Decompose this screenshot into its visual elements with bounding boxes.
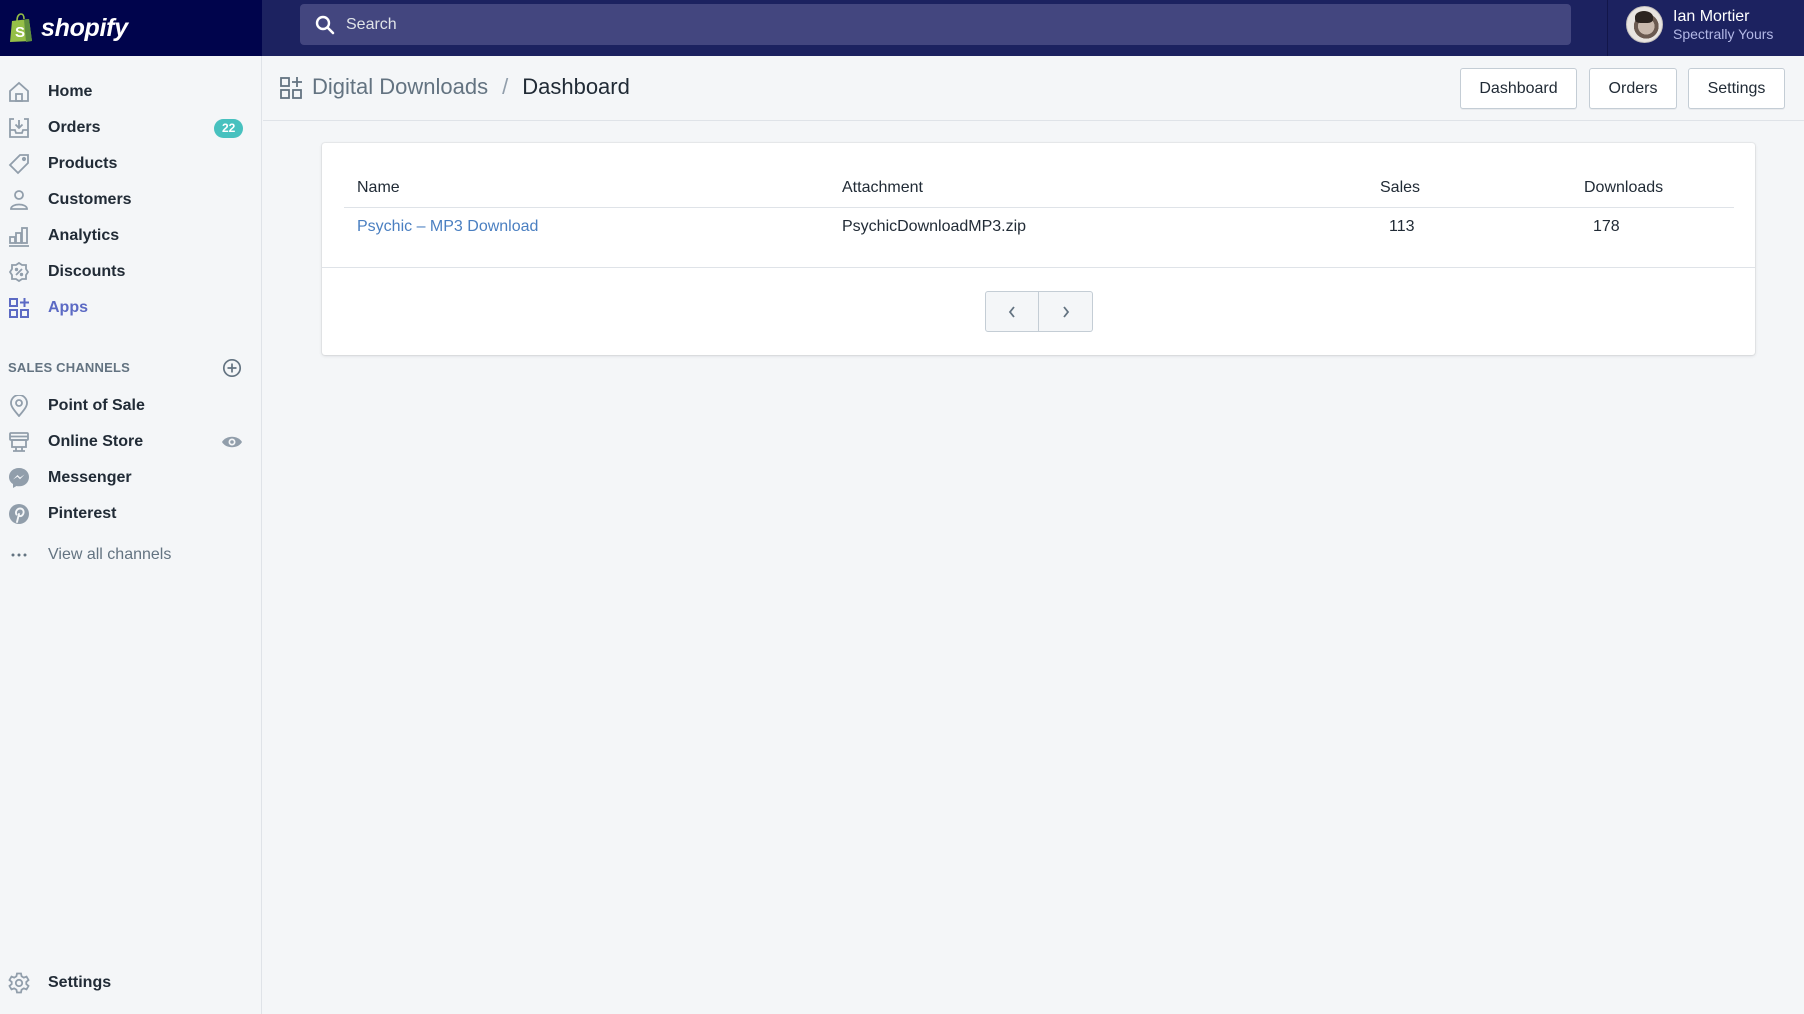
top-bar: S shopify Ian Mortier Spectrally Yours: [0, 0, 1804, 56]
add-sales-channel-button[interactable]: [222, 358, 242, 378]
orders-button[interactable]: Orders: [1589, 68, 1677, 109]
sidebar-channel-messenger[interactable]: Messenger: [0, 460, 262, 496]
search-bar[interactable]: [300, 4, 1571, 45]
chevron-right-icon: [1061, 305, 1071, 319]
column-header-downloads: Downloads: [1584, 179, 1664, 196]
apps-icon: [279, 76, 303, 100]
chevron-left-icon: [1007, 305, 1017, 319]
card-divider: [322, 267, 1755, 268]
column-header-name: Name: [357, 179, 400, 196]
sidebar-item-label: Messenger: [48, 469, 132, 486]
dashboard-button[interactable]: Dashboard: [1460, 68, 1577, 109]
product-name-link[interactable]: Psychic – MP3 Download: [357, 218, 538, 236]
location-pin-icon: [8, 395, 30, 417]
person-icon: [8, 189, 30, 211]
sidebar-item-home[interactable]: Home: [0, 74, 262, 110]
previous-page-button[interactable]: [985, 291, 1039, 332]
sidebar-item-label: Discounts: [48, 263, 126, 280]
sidebar-item-label: Customers: [48, 191, 132, 208]
sales-channels-heading: SALES CHANNELS: [8, 360, 130, 375]
logo-text: shopify: [41, 13, 128, 42]
breadcrumb-separator: /: [502, 74, 509, 99]
svg-text:S: S: [15, 24, 25, 41]
user-menu[interactable]: Ian Mortier Spectrally Yours: [1626, 6, 1773, 43]
user-name: Ian Mortier: [1673, 7, 1750, 25]
sidebar-item-orders[interactable]: Orders 22: [0, 110, 262, 146]
sidebar-item-customers[interactable]: Customers: [0, 182, 262, 218]
view-online-store-eye-icon[interactable]: [221, 434, 243, 450]
tag-icon: [8, 153, 30, 175]
shopify-logo[interactable]: S shopify: [0, 0, 262, 56]
column-header-sales: Sales: [1380, 179, 1421, 196]
downloads-count: 178: [1593, 218, 1620, 235]
sidebar-item-label: Products: [48, 155, 118, 172]
shop-name: Spectrally Yours: [1673, 25, 1774, 42]
sidebar-item-analytics[interactable]: Analytics: [0, 218, 262, 254]
sidebar-item-products[interactable]: Products: [0, 146, 262, 182]
settings-button[interactable]: Settings: [1688, 68, 1785, 109]
pinterest-icon: [8, 503, 30, 525]
header-divider: [344, 207, 1734, 208]
breadcrumb: Digital Downloads / Dashboard: [312, 74, 630, 100]
avatar: [1626, 6, 1663, 43]
sidebar-item-label: Online Store: [48, 433, 144, 450]
sidebar-item-label: Analytics: [48, 227, 120, 244]
gear-icon: [8, 972, 30, 994]
topbar-divider: [1607, 0, 1608, 56]
bar-chart-icon: [8, 225, 30, 247]
apps-icon: [8, 297, 30, 319]
orders-count-badge: 22: [214, 118, 244, 138]
sidebar-item-label: Home: [48, 83, 93, 100]
discount-icon: [8, 261, 30, 283]
store-icon: [8, 431, 30, 453]
page-header: Digital Downloads / Dashboard Dashboard …: [263, 56, 1804, 121]
sidebar-channel-point-of-sale[interactable]: Point of Sale: [0, 388, 262, 424]
sidebar-item-apps[interactable]: Apps: [0, 290, 262, 326]
home-icon: [8, 81, 30, 103]
sidebar-item-label: Point of Sale: [48, 397, 145, 414]
search-icon: [314, 14, 336, 36]
search-input[interactable]: [346, 15, 1546, 34]
sidebar: Home Orders 22 Products Customers Analyt…: [0, 56, 262, 1014]
orders-icon: [8, 117, 30, 139]
view-all-channels-link[interactable]: View all channels: [0, 537, 262, 573]
more-dots-icon: [8, 544, 30, 566]
pagination: [985, 291, 1093, 332]
sidebar-channel-pinterest[interactable]: Pinterest: [0, 496, 262, 532]
downloads-card: Name Attachment Sales Downloads Psychic …: [322, 143, 1755, 355]
sidebar-item-settings[interactable]: Settings: [0, 965, 262, 1001]
attachment-filename: PsychicDownloadMP3.zip: [842, 218, 1027, 235]
sidebar-item-discounts[interactable]: Discounts: [0, 254, 262, 290]
next-page-button[interactable]: [1039, 291, 1093, 332]
sidebar-item-label: Orders: [48, 119, 101, 136]
column-header-attachment: Attachment: [842, 179, 923, 196]
sidebar-item-label: Settings: [48, 974, 112, 991]
sales-count: 113: [1389, 218, 1415, 235]
page-title: Dashboard: [522, 74, 630, 99]
messenger-icon: [8, 467, 30, 489]
sidebar-item-label: Apps: [48, 299, 88, 316]
view-all-channels-label: View all channels: [48, 546, 172, 563]
shopify-bag-icon: S: [8, 13, 34, 43]
breadcrumb-parent-link[interactable]: Digital Downloads: [312, 74, 488, 100]
sidebar-item-label: Pinterest: [48, 505, 117, 522]
sidebar-channel-online-store[interactable]: Online Store: [0, 424, 262, 460]
